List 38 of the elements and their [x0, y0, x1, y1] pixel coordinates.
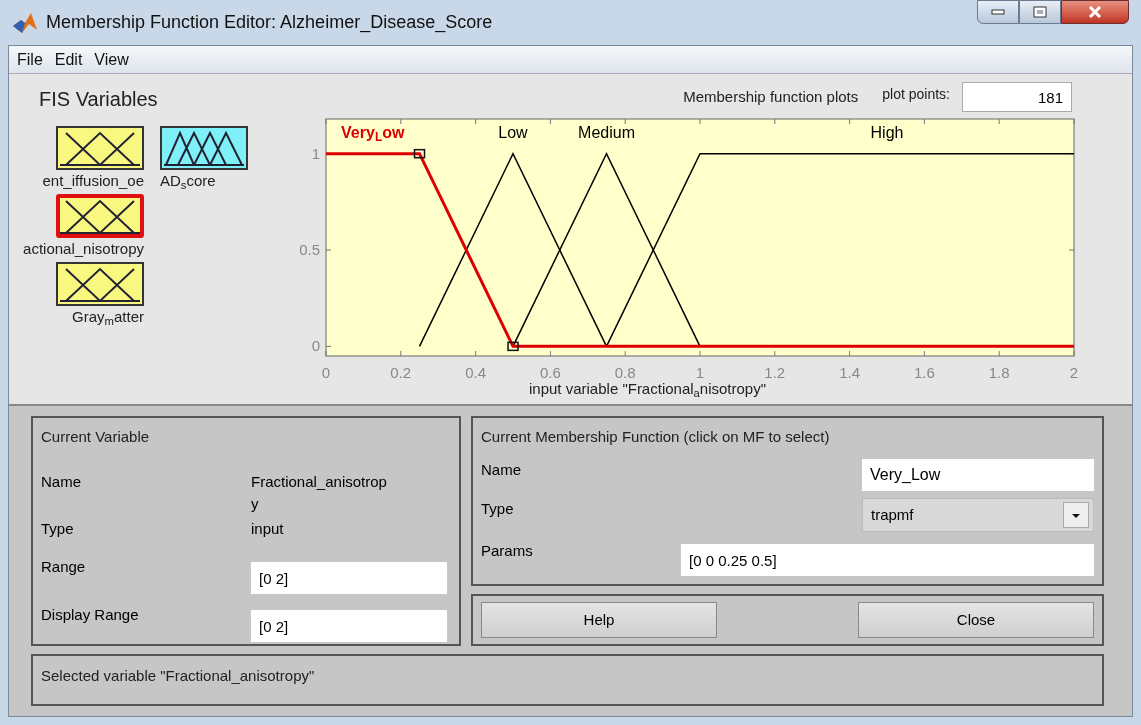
tick-label: 1	[311, 144, 320, 162]
mf-label: High	[870, 123, 904, 143]
panel-title: Current Membership Function (click on MF to select)	[481, 427, 831, 447]
plot-points-label: plot points:	[882, 85, 950, 104]
tick-label: 2	[1069, 364, 1079, 381]
field-label: Type	[41, 518, 75, 539]
mf-label: Low	[498, 123, 528, 143]
tick-label: 1	[695, 364, 705, 381]
tick-label: 0	[321, 364, 331, 381]
tick-label: 1.4	[839, 364, 861, 381]
field-label: Name	[41, 471, 82, 492]
field-label: Display Range	[41, 605, 140, 625]
mf-label: Very$_{L}$ow	[341, 123, 405, 145]
variable-label: ent_iffusion_oe	[42, 171, 144, 191]
field-label: Type	[481, 499, 515, 520]
variable-label: Gray$_{m}$atter	[72, 307, 144, 328]
variable-label: AD$_{s}$core	[160, 171, 216, 192]
tick-label: 0.5	[299, 241, 320, 258]
tick-label: 1.2	[764, 364, 786, 381]
field-label: Params	[481, 541, 534, 561]
field-label: Name	[481, 459, 522, 480]
status-text: Selected variable "Fractional_anisotropy"	[41, 667, 315, 684]
tick-label: 0.4	[465, 364, 487, 381]
plot-title: Membership function plots	[683, 86, 859, 107]
window-title: Membership Function Editor: Alzheimer_Disease_Score	[46, 11, 493, 35]
mf-label: Medium	[578, 123, 635, 143]
panel-title: FIS Variables	[39, 87, 159, 112]
panel-title: Current Variable	[41, 427, 151, 447]
tick-label: 0.6	[539, 364, 561, 381]
tick-label: 0.8	[614, 364, 636, 381]
variable-label: actional_nisotropy	[23, 239, 144, 259]
tick-label: 1.6	[913, 364, 935, 381]
tick-label: 1.8	[988, 364, 1010, 381]
variable-type: input	[251, 518, 284, 539]
tick-label: 0	[311, 337, 320, 355]
field-label: Range	[41, 557, 87, 577]
axis-label: input variable "Fractional$_{a}$nisotropy"	[529, 379, 767, 401]
tick-label: 0.2	[390, 364, 412, 381]
